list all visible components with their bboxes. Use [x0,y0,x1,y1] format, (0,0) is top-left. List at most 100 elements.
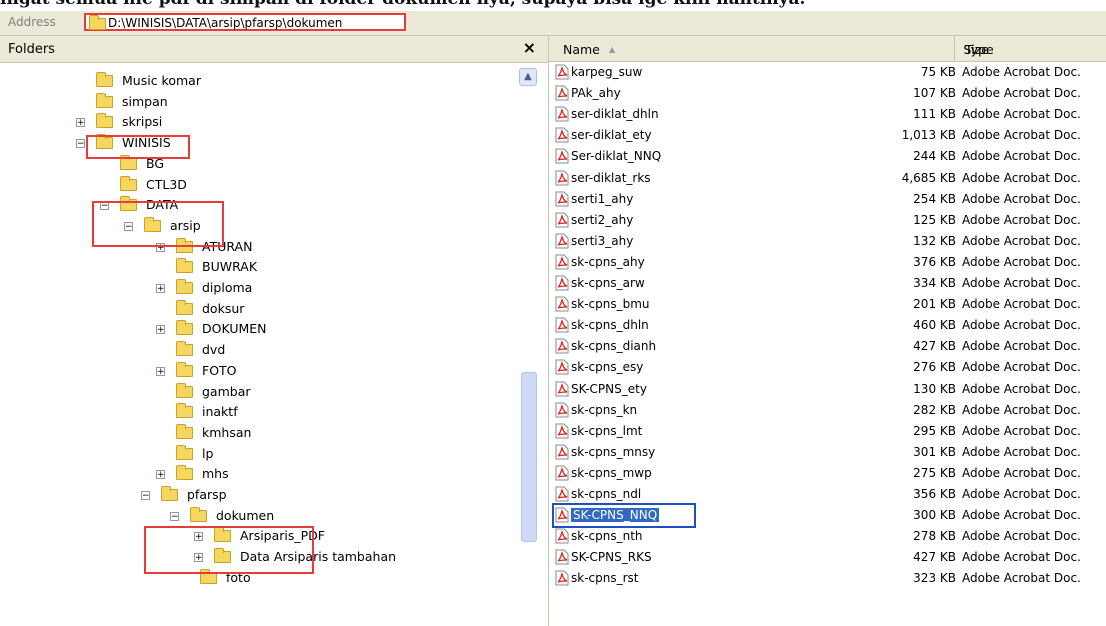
pdf-file-icon [555,106,569,122]
close-icon[interactable]: × [523,38,536,57]
file-type: Adobe Acrobat Doc. [962,529,1081,544]
file-row[interactable]: sk-cpns_kn 282 KB Adobe Acrobat Doc. [549,401,1106,420]
file-row[interactable]: sk-cpns_esy 276 KB Adobe Acrobat Doc. [549,358,1106,377]
file-row[interactable]: SK-CPNS_RKS 427 KB Adobe Acrobat Doc. [549,548,1106,567]
file-row[interactable]: sk-cpns_mnsy 301 KB Adobe Acrobat Doc. [549,443,1106,462]
caption-text: ingat semua file pdf di simpan di folder… [0,0,1106,11]
file-row[interactable]: sk-cpns_arw 334 KB Adobe Acrobat Doc. [549,274,1106,293]
file-name: ser-diklat_ety [571,128,652,143]
collapse-icon[interactable]: − [76,139,85,149]
file-row[interactable]: ser-diklat_rks 4,685 KB Adobe Acrobat Doc. [549,169,1106,188]
column-header-size-type[interactable]: Size Type [955,36,1106,62]
tree-node-label: DOKUMEN [202,321,267,337]
file-row[interactable]: sk-cpns_mwp 275 KB Adobe Acrobat Doc. [549,464,1106,483]
pdf-file-icon [555,381,569,397]
file-row[interactable]: ser-diklat_ety 1,013 KB Adobe Acrobat Doc. [549,126,1106,145]
file-name: PAk_ahy [571,86,621,101]
tree-node-label: kmhsan [202,424,252,440]
file-type: Adobe Acrobat Doc. [962,65,1081,79]
column-header-name[interactable]: Name ▲ [549,36,955,62]
expand-icon[interactable]: + [156,470,165,480]
file-row[interactable]: sk-cpns_dhln 460 KB Adobe Acrobat Doc. [549,316,1106,335]
pdf-file-icon [555,148,569,164]
pdf-file-icon [555,444,569,460]
file-row[interactable]: serti1_ahy 254 KB Adobe Acrobat Doc. [549,190,1106,209]
tree-node-label: Music komar [122,73,201,88]
file-row[interactable]: karpeg_suw 75 KB Adobe Acrobat Doc. [549,63,1106,82]
file-size: 278 KB [913,529,956,544]
folder-icon [176,382,193,398]
file-name: sk-cpns_arw [571,276,645,290]
file-size: 130 KB [913,381,956,396]
file-type: Adobe Acrobat Doc. [962,360,1081,375]
address-input[interactable]: D:\WINISIS\DATA\arsip\pfarsp\dokumen [84,13,406,31]
file-name: ser-diklat_rks [571,170,651,185]
file-size: 201 KB [913,297,956,312]
file-name: ser-diklat_dhln [571,107,659,122]
file-row[interactable]: serti2_ahy 125 KB Adobe Acrobat Doc. [549,211,1106,230]
file-row[interactable]: SK-CPNS_ety 130 KB Adobe Acrobat Doc. [549,380,1106,399]
pdf-file-icon [555,317,569,333]
scroll-thumb[interactable] [521,372,537,542]
file-row[interactable]: sk-cpns_nth 278 KB Adobe Acrobat Doc. [549,527,1106,546]
scroll-up-button[interactable]: ▲ [519,68,537,86]
collapse-icon[interactable]: − [170,511,179,521]
file-row[interactable]: serti3_ahy 132 KB Adobe Acrobat Doc. [549,232,1106,251]
file-row[interactable]: sk-cpns_lmt 295 KB Adobe Acrobat Doc. [549,422,1106,441]
pdf-file-icon [555,296,569,312]
file-size: 282 KB [913,402,956,417]
tree-node-label: FOTO [202,362,237,378]
tree-node-label: lp [202,445,214,461]
expand-icon[interactable]: + [156,284,165,294]
file-row[interactable]: sk-cpns_ahy 376 KB Adobe Acrobat Doc. [549,253,1106,272]
address-path: D:\WINISIS\DATA\arsip\pfarsp\dokumen [108,16,343,30]
file-row[interactable]: sk-cpns_dianh 427 KB Adobe Acrobat Doc. [549,337,1106,356]
file-row[interactable]: ser-diklat_dhln 111 KB Adobe Acrobat Doc. [549,105,1106,124]
file-size: 244 KB [913,149,956,164]
file-row[interactable]: PAk_ahy 107 KB Adobe Acrobat Doc. [549,84,1106,103]
file-size: 334 KB [913,276,956,290]
file-type: Adobe Acrobat Doc. [962,233,1081,248]
tree-node-label: doksur [202,300,245,316]
file-size: 125 KB [913,212,956,227]
file-type: Adobe Acrobat Doc. [962,297,1081,312]
selection-highlight-box [552,503,696,529]
expand-icon[interactable]: + [156,325,165,335]
pdf-file-icon [555,191,569,207]
file-row[interactable]: SK-CPNS_NNQ 300 KB Adobe Acrobat Doc. [549,503,1106,529]
pdf-file-icon [555,423,569,439]
file-type: Adobe Acrobat Doc. [962,86,1081,101]
file-size: 300 KB [913,508,956,523]
file-type: Adobe Acrobat Doc. [962,465,1081,480]
pdf-file-icon [555,85,569,101]
folder-icon [120,175,137,191]
tree-node-label: dokumen [216,507,275,523]
file-size: 276 KB [913,360,956,375]
vertical-scrollbar[interactable]: ▲ [512,64,546,626]
folder-icon [176,465,193,481]
file-name: serti1_ahy [571,191,634,206]
file-size: 1,013 KB [901,128,956,143]
collapse-icon[interactable]: − [141,491,150,501]
file-name: sk-cpns_dianh [571,339,657,354]
file-name: sk-cpns_bmu [571,297,650,312]
file-name: serti2_ahy [571,212,634,227]
file-list-pane: Name ▲ Size Type karpeg_suw 75 KB Adobe Ac… [549,36,1106,626]
file-row[interactable]: sk-cpns_bmu 201 KB Adobe Acrobat Doc. [549,295,1106,314]
tree-node-label: BUWRAK [202,259,258,275]
file-name: sk-cpns_kn [571,402,638,417]
file-type: Adobe Acrobat Doc. [962,212,1081,227]
file-type: Adobe Acrobat Doc. [962,402,1081,417]
file-type: Adobe Acrobat Doc. [962,571,1081,586]
file-name: sk-cpns_nth [571,529,643,544]
folder-icon [176,279,193,294]
pdf-file-icon [555,338,569,354]
file-size: 295 KB [913,423,956,438]
pdf-file-icon [555,275,569,291]
file-row[interactable]: sk-cpns_rst 323 KB Adobe Acrobat Doc. [549,569,1106,588]
file-type: Adobe Acrobat Doc. [962,107,1081,122]
file-row[interactable]: sk-cpns_ndl 356 KB Adobe Acrobat Doc. [549,485,1106,504]
file-row[interactable]: Ser-diklat_NNQ 244 KB Adobe Acrobat Doc. [549,147,1106,166]
expand-icon[interactable]: + [156,366,165,376]
expand-icon[interactable]: + [76,118,85,128]
